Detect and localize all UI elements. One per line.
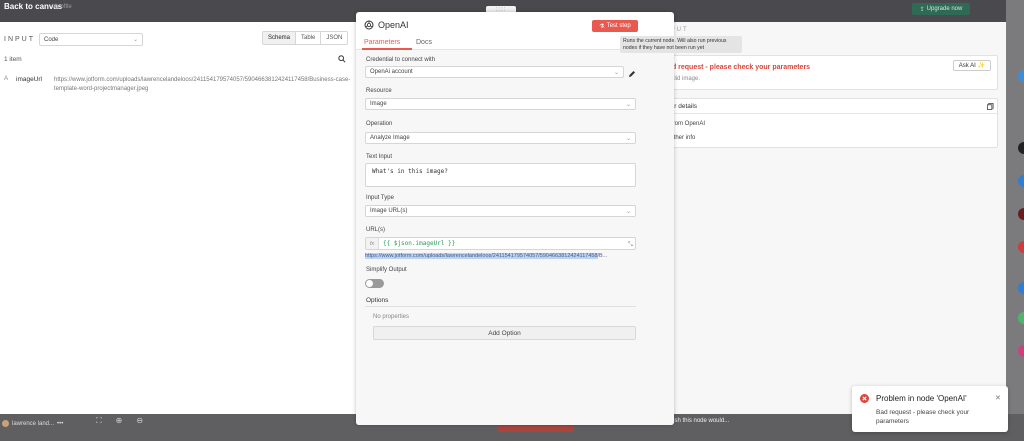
avatar [2, 420, 9, 427]
tab-schema[interactable]: Schema [263, 32, 296, 44]
input-type-select[interactable]: Image URL(s) ⌄ [365, 205, 636, 217]
user-name: lawrence land... [12, 420, 55, 427]
execute-workflow-button[interactable] [498, 426, 574, 432]
resource-value: Image [370, 101, 387, 107]
test-step-label: Test step [606, 23, 631, 29]
field-value: https://www.jotform.com/uploads/lawrence… [54, 77, 351, 92]
simplify-toggle[interactable] [365, 279, 384, 288]
user-chip[interactable]: lawrence land... ••• [2, 420, 63, 427]
divider [365, 306, 636, 307]
input-type-value: Image URL(s) [370, 208, 408, 214]
error-card: Bad request - please check your paramete… [654, 55, 998, 90]
canvas-node-dot [1018, 345, 1024, 357]
no-properties-text: No properties [373, 314, 410, 320]
preview-rest-text: /B... [597, 253, 608, 259]
pencil-icon[interactable] [628, 70, 636, 78]
fit-view-icon[interactable]: ⛶ [96, 416, 102, 426]
canvas-node-dot [1018, 70, 1024, 82]
tab-parameters[interactable]: Parameters [364, 39, 400, 46]
urls-expression-input[interactable]: fx {{ $json.imageUrl }} [365, 237, 636, 250]
urls-label: URL(s) [366, 227, 385, 233]
error-details-card: Error details › From OpenAI › Other info [654, 98, 998, 148]
tab-table[interactable]: Table [295, 32, 321, 44]
field-name[interactable]: imageUrl [16, 76, 50, 94]
canvas-node-dot [1018, 282, 1024, 294]
error-title: Bad request - please check your paramete… [663, 64, 811, 71]
string-type-icon: A [4, 76, 9, 82]
sparkle-icon: ✨ [977, 63, 986, 69]
canvas-node-dot [1018, 312, 1024, 324]
zoom-controls: ⛶ ⊕ ⊖ [96, 416, 143, 426]
chevron-down-icon: ⌄ [613, 69, 619, 76]
credential-value: OpenAi account [370, 69, 413, 75]
resource-select[interactable]: Image ⌄ [365, 98, 636, 110]
toggle-knob [366, 280, 373, 287]
ask-ai-button[interactable]: Ask AI ✨ [953, 60, 991, 71]
more-icon[interactable]: ••• [57, 421, 63, 427]
simplify-label: Simplify Output [366, 267, 407, 273]
node-settings-panel: OpenAI ⚗ Test step Parameters Docs Crede… [356, 12, 674, 425]
view-tabs: Schema Table JSON [262, 31, 349, 45]
tab-docs[interactable]: Docs [416, 39, 432, 46]
chevron-down-icon: ⌄ [132, 37, 138, 43]
chevron-down-icon: ⌄ [625, 208, 631, 215]
resource-label: Resource [366, 88, 392, 94]
test-step-tooltip: Runs the current node. Will also run pre… [620, 36, 742, 53]
expand-icon[interactable]: ⤡ [628, 242, 633, 249]
ask-ai-label: Ask AI [958, 62, 976, 69]
input-mode-select[interactable]: Code ⌄ [39, 33, 143, 46]
flask-icon: ⚗ [599, 23, 605, 30]
input-type-label: Input Type [366, 195, 394, 201]
operation-select[interactable]: Analyze Image ⌄ [365, 132, 636, 144]
input-panel: INPUT Code ⌄ Schema Table JSON 1 item A … [0, 22, 356, 414]
close-icon[interactable]: ✕ [995, 394, 1001, 402]
input-mode-value: Code [44, 36, 59, 43]
tab-json[interactable]: JSON [320, 32, 348, 44]
text-input-label: Text Input [366, 154, 393, 160]
copy-icon[interactable] [987, 103, 994, 110]
input-label: INPUT [4, 36, 35, 43]
add-option-button[interactable]: Add Option [373, 326, 636, 340]
upgrade-icon: ⇪ [919, 6, 925, 13]
items-count: 1 item [4, 56, 22, 63]
upgrade-label: Upgrade now [926, 6, 963, 12]
error-icon [860, 394, 869, 403]
zoom-out-icon[interactable]: ⊖ [136, 416, 143, 426]
error-toast: Problem in node 'OpenAI' Bad request - p… [852, 386, 1008, 432]
toast-title: Problem in node 'OpenAI' [876, 394, 967, 403]
detail-item-label: From OpenAI [669, 121, 706, 127]
canvas-node-dot [1018, 241, 1024, 253]
workflow-name: ab oftle [52, 4, 72, 10]
options-label: Options [366, 297, 389, 304]
wish-text: I wish this node would... [665, 417, 730, 424]
canvas-edge [1006, 0, 1024, 441]
zoom-in-icon[interactable]: ⊕ [116, 416, 123, 426]
chevron-down-icon: ⌄ [625, 101, 631, 108]
toast-message: Bad request - please check your paramete… [876, 409, 970, 425]
operation-label: Operation [366, 121, 393, 127]
credential-label: Credential to connect with [366, 57, 436, 63]
operation-value: Analyze Image [370, 135, 410, 141]
credential-select[interactable]: OpenAi account ⌄ [365, 66, 624, 78]
upgrade-button[interactable]: ⇪ Upgrade now [912, 3, 970, 15]
input-header: INPUT Code ⌄ [4, 33, 143, 46]
expression-text: {{ $json.imageUrl }} [383, 240, 456, 247]
text-input-field[interactable]: What's in this image? [365, 163, 636, 187]
error-details-header: Error details [655, 99, 997, 114]
preview-selected-text: https://www.jotform.com/uploads/lawrence… [365, 253, 598, 259]
test-step-button[interactable]: ⚗ Test step [592, 20, 638, 32]
canvas-node-dot [1018, 175, 1024, 187]
openai-icon [364, 20, 374, 30]
chevron-down-icon: ⌄ [625, 135, 631, 142]
node-title: OpenAI [364, 20, 409, 30]
expression-result-preview: https://www.jotform.com/uploads/lawrence… [365, 253, 633, 259]
canvas-node-dot [1018, 208, 1024, 220]
fx-icon: fx [366, 238, 379, 249]
search-icon[interactable] [338, 55, 346, 63]
node-name[interactable]: OpenAI [378, 20, 409, 30]
schema-row: A imageUrl https://www.jotform.com/uploa… [4, 76, 354, 94]
canvas-node-dot [1018, 142, 1024, 154]
